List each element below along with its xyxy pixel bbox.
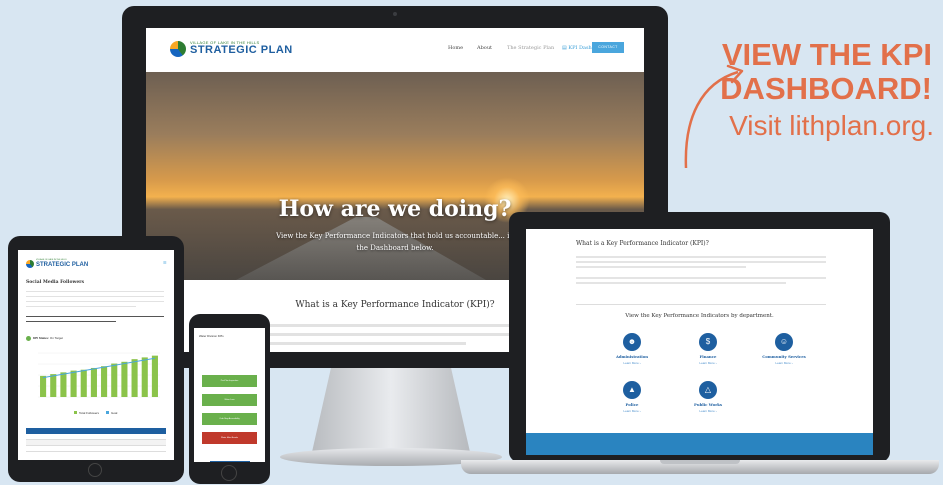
status-on-target-icon (26, 336, 31, 341)
department-community-services[interactable]: ☺ Community Services Learn More › (749, 333, 819, 365)
people-icon: ☻ (623, 333, 641, 351)
text-line (576, 282, 786, 284)
contact-button[interactable]: CONTACT (592, 42, 624, 53)
callout-url[interactable]: Visit lithplan.org. (660, 110, 934, 142)
chart-bar (90, 367, 97, 397)
nav-home[interactable]: Home (448, 45, 463, 51)
text-line (266, 342, 466, 345)
monitor-camera (393, 12, 397, 16)
phone-home-button[interactable] (221, 465, 237, 481)
chart-bar (141, 357, 148, 397)
laptop-footer (526, 433, 873, 455)
department-heading: View the Key Performance Indicators by d… (625, 313, 774, 319)
department-police[interactable]: ▲ Police Learn More › (597, 381, 667, 413)
text-line (26, 316, 164, 318)
hamburger-menu-icon[interactable]: ☰ (163, 260, 167, 265)
legend-label: Total Followers (79, 411, 100, 415)
learn-more-link[interactable]: Learn More › (673, 361, 743, 365)
logo-title[interactable]: STRATEGIC PLAN (36, 262, 88, 268)
phone: Water Division KPIs Pre-Plan Inspection … (189, 314, 270, 484)
followers-chart: Total Followers Goal (38, 352, 160, 415)
phone-page-title: Water Division KPIs (199, 334, 224, 338)
laptop-notch (660, 460, 740, 464)
text-line (26, 321, 116, 323)
laptop: What is a Key Performance Indicator (KPI… (509, 212, 890, 462)
legend-label: Goal (111, 411, 118, 415)
text-line (576, 256, 826, 258)
legend-swatch (106, 411, 109, 414)
department-name: Community Services (762, 354, 806, 359)
laptop-kpi-heading: What is a Key Performance Indicator (KPI… (576, 240, 709, 247)
callout-heading: VIEW THE KPI DASHBOARD! (682, 38, 932, 106)
nav-about[interactable]: About (477, 45, 492, 51)
department-finance[interactable]: $ Finance Learn More › (673, 333, 743, 365)
kpi-bar-curb-stop[interactable]: Curb Stop Accessibility (202, 413, 257, 425)
chart-bar (151, 355, 158, 397)
logo-title[interactable]: STRATEGIC PLAN (190, 44, 293, 56)
tablet-screen: VILLAGE OF LAKE IN THE HILLS STRATEGIC P… (18, 250, 174, 460)
learn-more-link[interactable]: Learn More › (673, 409, 743, 413)
learn-more-link[interactable]: Learn More › (597, 409, 667, 413)
callout-line-2: DASHBOARD! (720, 71, 932, 106)
logo-icon[interactable] (26, 260, 34, 268)
department-name: Police (625, 402, 639, 407)
divider (576, 304, 826, 305)
desktop-navbar: VILLAGE OF LAKE IN THE HILLS STRATEGIC P… (146, 28, 644, 72)
text-line (26, 296, 164, 298)
followers-table (26, 428, 166, 452)
kpi-status-label: KPI Status: (33, 336, 50, 340)
chart-bar (80, 369, 87, 397)
chart-bar (70, 370, 77, 397)
table-row (26, 446, 166, 452)
tablet-home-button[interactable] (88, 463, 102, 477)
phone-screen: Water Division KPIs Pre-Plan Inspection … (194, 328, 265, 462)
text-line (266, 324, 524, 327)
chart-bar (131, 359, 138, 397)
learn-more-link[interactable]: Learn More › (749, 361, 819, 365)
logo-icon[interactable] (170, 41, 186, 57)
department-name: Administration (615, 354, 649, 359)
chart-bar (101, 366, 108, 397)
police-car-icon: ▲ (623, 381, 641, 399)
money-icon: $ (699, 333, 717, 351)
laptop-screen: What is a Key Performance Indicator (KPI… (526, 229, 873, 455)
nav-strategic-plan[interactable]: The Strategic Plan (507, 45, 554, 51)
kpi-bar-pre-plan[interactable]: Pre-Plan Inspection (202, 375, 257, 387)
text-line (26, 291, 164, 293)
text-line (576, 261, 826, 263)
kpi-bar-main-breaks[interactable]: Water Main Breaks (202, 432, 257, 444)
text-line (26, 301, 164, 303)
chart-bar (40, 375, 47, 397)
road-icon: △ (699, 381, 717, 399)
legend-swatch (74, 411, 77, 414)
department-name: Public Works (693, 402, 723, 407)
tablet-page-heading: Social Media Followers (26, 280, 85, 285)
logo-subtitle: VILLAGE OF LAKE IN THE HILLS (36, 259, 67, 261)
department-administration[interactable]: ☻ Administration Learn More › (597, 333, 667, 365)
chart-bar (50, 374, 57, 397)
text-line (576, 266, 746, 268)
chart-goal-line (42, 357, 156, 379)
chart-bar (111, 363, 118, 397)
tablet: VILLAGE OF LAKE IN THE HILLS STRATEGIC P… (8, 236, 184, 482)
community-icon: ☺ (775, 333, 793, 351)
text-line (576, 277, 826, 279)
kpi-status-value: On Target (49, 336, 63, 340)
learn-more-link[interactable]: Learn More › (597, 361, 667, 365)
monitor-stand (312, 368, 470, 452)
chart-bar (121, 361, 128, 397)
callout-line-1: VIEW THE KPI (721, 37, 932, 72)
hero-subtitle: View the Key Performance Indicators that… (276, 232, 514, 252)
text-line (26, 306, 136, 308)
chart-bar (60, 372, 67, 397)
kpi-status: KPI Status: On Target (33, 336, 63, 340)
department-public-works[interactable]: △ Public Works Learn More › (673, 381, 743, 413)
phone-link-button[interactable] (210, 461, 250, 462)
department-name: Finance (699, 354, 717, 359)
kpi-bar-water-loss[interactable]: Water Loss (202, 394, 257, 406)
text-line (266, 333, 524, 336)
